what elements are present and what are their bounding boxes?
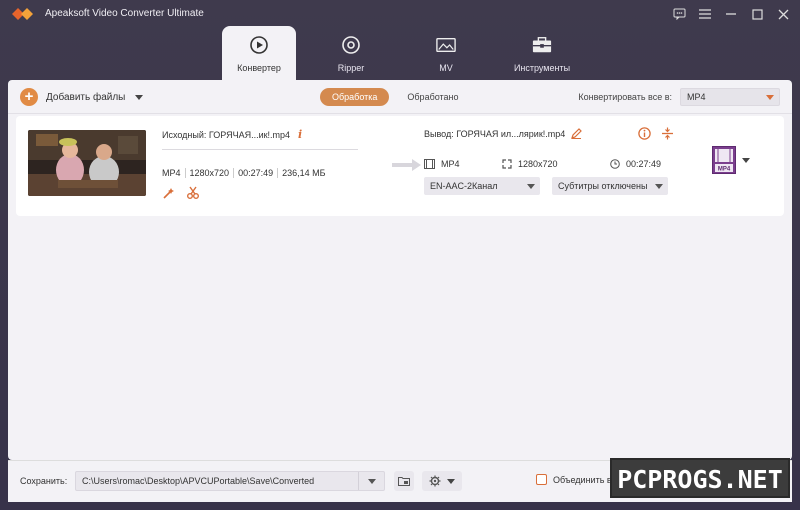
- chevron-down-icon: [655, 184, 663, 189]
- chevron-down-icon[interactable]: [135, 94, 144, 100]
- tab-tools[interactable]: Инструменты: [486, 26, 598, 80]
- output-format: MP4: [441, 159, 460, 169]
- converter-panel: + Добавить файлы Обработка Обработано Ко…: [8, 80, 792, 460]
- audio-track-select[interactable]: EN-AAC-2Канал: [424, 177, 540, 195]
- edit-tools: [162, 186, 362, 200]
- watermark-logo: PCPROGS.NET: [610, 458, 790, 498]
- output-duration: 00:27:49: [626, 159, 662, 169]
- menu-icon[interactable]: [696, 5, 714, 23]
- chevron-down-icon: [527, 184, 535, 189]
- film-icon: [424, 159, 435, 169]
- convert-all-format-select[interactable]: MP4: [680, 88, 780, 106]
- source-filename: Исходный: ГОРЯЧАЯ...ик!.mp4: [162, 129, 291, 140]
- audio-track-value: EN-AAC-2Канал: [430, 181, 498, 191]
- subtitle-select[interactable]: Субтитры отключены: [552, 177, 668, 195]
- source-size: 236,14 МБ: [277, 168, 329, 178]
- add-plus-icon: +: [20, 88, 38, 106]
- merge-checkbox[interactable]: [536, 474, 547, 485]
- chevron-down-icon[interactable]: [742, 157, 750, 163]
- scissors-icon[interactable]: [186, 186, 200, 200]
- info-icon[interactable]: i: [298, 128, 302, 141]
- output-actions: [638, 127, 674, 140]
- output-resolution: 1280x720: [518, 159, 558, 169]
- converter-icon: [249, 35, 269, 55]
- output-resolution-item: 1280x720: [502, 159, 610, 169]
- divider: [162, 149, 358, 150]
- tab-mv-label: MV: [439, 63, 453, 73]
- source-info: Исходный: ГОРЯЧАЯ...ик!.mp4 i MP4 1280x7…: [162, 128, 362, 200]
- resize-icon: [502, 159, 512, 169]
- tab-converter[interactable]: Конвертер: [222, 26, 296, 80]
- output-format-picker[interactable]: MP4: [712, 146, 750, 174]
- gear-icon: [429, 475, 441, 487]
- source-name-row: Исходный: ГОРЯЧАЯ...ик!.mp4 i: [162, 128, 362, 141]
- tab-ripper[interactable]: Ripper: [296, 26, 406, 80]
- source-format: MP4: [162, 168, 181, 178]
- title-bar: Apeaksoft Video Converter Ultimate: [0, 0, 800, 28]
- tab-processed[interactable]: Обработано: [395, 88, 470, 106]
- convert-all-format-value: MP4: [687, 92, 706, 102]
- source-resolution: 1280x720: [184, 168, 234, 178]
- tab-ripper-label: Ripper: [337, 63, 365, 73]
- status-segmented-control: Обработка Обработано: [320, 88, 471, 106]
- folder-icon: [398, 477, 410, 486]
- compress-icon[interactable]: [661, 127, 674, 140]
- chevron-down-icon[interactable]: [358, 472, 384, 490]
- tab-tools-label: Инструменты: [513, 63, 571, 73]
- subtitle-value: Субтитры отключены: [558, 181, 648, 191]
- settings-button[interactable]: [422, 471, 462, 491]
- tab-mv[interactable]: MV: [406, 26, 486, 80]
- open-folder-button[interactable]: [394, 471, 414, 491]
- app-window: Apeaksoft Video Converter Ultimate Конве…: [0, 0, 800, 510]
- toolbox-icon: [532, 35, 552, 55]
- output-info: Вывод: ГОРЯЧАЯ ил...лярик!.mp4 MP4 1280x…: [424, 127, 674, 195]
- output-duration-item: 00:27:49: [610, 159, 661, 169]
- output-meta: MP4 1280x720 00:27:49: [424, 159, 674, 169]
- file-list-item[interactable]: Исходный: ГОРЯЧАЯ...ик!.mp4 i MP4 1280x7…: [16, 116, 784, 216]
- add-files-button[interactable]: + Добавить файлы: [20, 88, 144, 106]
- tab-converter-label: Конвертер: [237, 63, 281, 73]
- save-path-field[interactable]: C:\Users\romac\Desktop\APVCUPortable\Sav…: [75, 471, 385, 491]
- ripper-disc-icon: [341, 35, 361, 55]
- close-icon[interactable]: [774, 5, 792, 23]
- maximize-icon[interactable]: [748, 5, 766, 23]
- output-filename: Вывод: ГОРЯЧАЯ ил...лярик!.mp4: [424, 128, 566, 139]
- converter-toolbar: + Добавить файлы Обработка Обработано Ко…: [8, 80, 792, 114]
- feedback-icon[interactable]: [670, 5, 688, 23]
- source-meta: MP4 1280x720 00:27:49 236,14 МБ: [162, 168, 362, 178]
- output-format-item: MP4: [424, 159, 502, 169]
- main-tabs: Конвертер Ripper MV Инструменты: [222, 26, 598, 80]
- arrow-right-icon: [392, 159, 421, 171]
- mp4-format-icon: MP4: [712, 146, 736, 174]
- clock-icon: [610, 159, 620, 169]
- app-logo-icon: [12, 8, 33, 20]
- minimize-icon[interactable]: [722, 5, 740, 23]
- output-name-row: Вывод: ГОРЯЧАЯ ил...лярик!.mp4: [424, 128, 674, 139]
- format-badge-label: MP4: [718, 167, 731, 173]
- output-info-icon[interactable]: [638, 127, 651, 140]
- add-files-label: Добавить файлы: [46, 91, 126, 103]
- rename-pencil-icon[interactable]: [571, 128, 583, 139]
- output-selects: EN-AAC-2Канал Субтитры отключены: [424, 177, 674, 195]
- toolbar-divider: [8, 113, 792, 114]
- app-title: Apeaksoft Video Converter Ultimate: [45, 8, 204, 19]
- save-path-value: C:\Users\romac\Desktop\APVCUPortable\Sav…: [82, 476, 315, 486]
- source-duration: 00:27:49: [233, 168, 277, 178]
- window-controls: [670, 5, 792, 23]
- video-thumbnail[interactable]: [28, 130, 146, 196]
- save-label: Сохранить:: [20, 476, 68, 486]
- mv-image-icon: [436, 35, 456, 55]
- chevron-down-icon: [447, 478, 455, 484]
- tab-processing[interactable]: Обработка: [320, 88, 390, 106]
- chevron-down-icon: [766, 95, 774, 100]
- convert-all-group: Конвертировать все в: MP4: [578, 88, 780, 106]
- convert-all-label: Конвертировать все в:: [578, 92, 672, 102]
- magic-wand-icon[interactable]: [162, 186, 176, 200]
